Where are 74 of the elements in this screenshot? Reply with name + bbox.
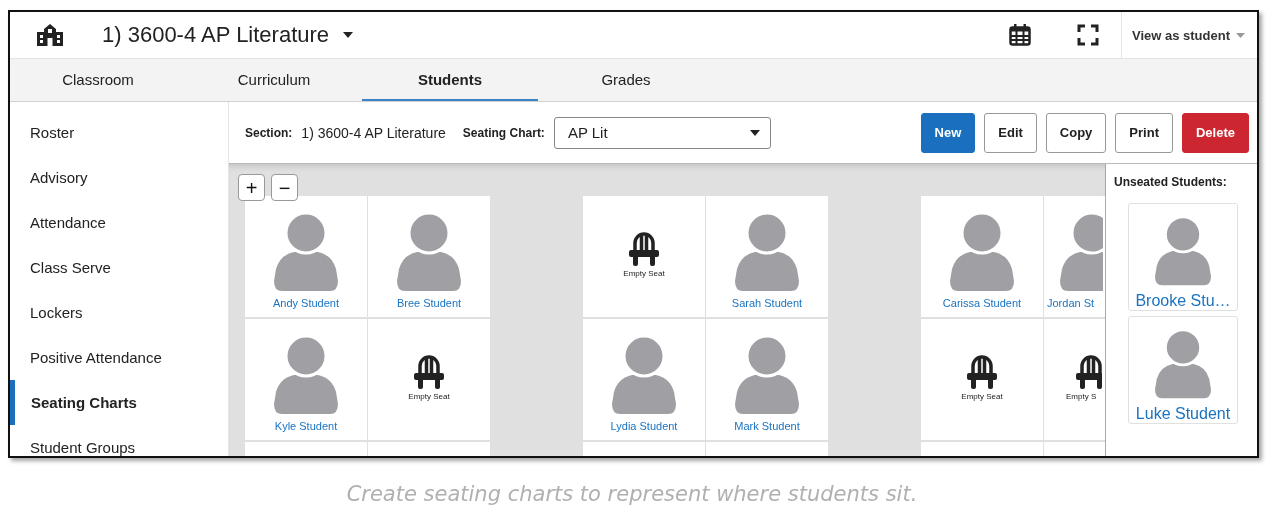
seat-card[interactable]: Sarah Student [706,196,828,317]
seat-card[interactable]: Kyle Student [245,319,367,440]
seat-card[interactable]: Carissa Student [921,196,1043,317]
fullscreen-icon[interactable] [1077,24,1099,46]
caption: Create seating charts to represent where students sit. [345,482,919,506]
caret-icon [1236,32,1245,38]
seat-card[interactable]: Lydia Student [583,319,705,440]
chair-icon [414,355,444,389]
nav-tab[interactable]: Curriculum [186,59,362,101]
person-icon [1060,213,1103,291]
seat-card[interactable]: Empty Seat [583,196,705,317]
student-name[interactable]: Kyle Student [274,420,338,432]
unseated-heading: Unseated Students: [1114,175,1228,189]
person-icon [397,213,461,291]
seat-card[interactable]: Andy Student [245,196,367,317]
student-name[interactable]: Sarah Student [731,297,803,309]
section-label: Section: [245,125,293,140]
person-icon [735,336,799,414]
person-icon [274,336,338,414]
empty-seat-label: Empty Seat [408,392,450,401]
toolbar-button[interactable]: Edit [984,112,1037,153]
nav-tab[interactable]: Classroom [10,59,186,101]
student-name[interactable]: Lydia Student [610,420,678,432]
caret-icon [749,129,760,136]
nav-tab[interactable]: Students [362,59,538,101]
person-icon [1155,216,1211,286]
student-name[interactable]: Brooke Stu… [1135,292,1231,310]
student-name[interactable]: Carissa Student [942,297,1022,309]
person-icon [1155,329,1211,399]
student-name[interactable]: Mark Student [734,420,800,432]
sidebar-item[interactable]: Roster [10,110,228,155]
student-name[interactable]: Luke Student [1135,405,1231,423]
seating-chart-select[interactable]: AP Lit [553,116,771,149]
empty-seat-label: Empty Seat [623,269,665,278]
nav-tab[interactable]: Grades [538,59,714,101]
student-name[interactable]: Bree Student [396,297,462,309]
student-card[interactable]: Brooke Stu… [1128,203,1238,311]
view-as-dropdown[interactable]: View as student [1121,12,1257,58]
school-icon [36,23,64,47]
sidebar-item[interactable]: Advisory [10,155,228,200]
seat-card[interactable]: Mark Student [706,319,828,440]
chair-icon [1076,355,1102,389]
course-title: 1) 3600-4 AP Literature [102,22,330,48]
seating-chart-label: Seating Chart: [462,125,545,140]
toolbar-button[interactable]: Copy [1045,112,1107,153]
student-card[interactable]: Luke Student [1128,316,1238,424]
empty-seat-label: Empty S [1066,392,1097,401]
toolbar-button[interactable]: Print [1115,112,1173,153]
zoom-out-button[interactable]: − [271,174,298,201]
sidebar-item[interactable]: Attendance [10,200,228,245]
sidebar-item[interactable]: Student Groups [10,425,228,456]
chair-icon [629,232,659,266]
seat-card[interactable]: Empty Seat [921,319,1043,440]
zoom-in-button[interactable]: + [238,174,265,201]
caret-icon[interactable] [343,32,354,38]
seat-card[interactable]: Empty Seat [368,319,490,440]
chair-icon [967,355,997,389]
sidebar-item[interactable]: Positive Attendance [10,335,228,380]
delete-button[interactable]: Delete [1181,112,1249,153]
student-name[interactable]: Andy Student [272,297,340,309]
student-name[interactable]: Jordan St [1047,297,1095,309]
seat-card[interactable]: Bree Student [368,196,490,317]
sidebar-item[interactable]: Class Serve [10,245,228,290]
calendar-icon[interactable] [1009,24,1031,46]
sidebar-item[interactable]: Lockers [10,290,228,335]
new-button[interactable]: New [920,112,976,153]
section-value: 1) 3600-4 AP Literature [301,124,446,141]
empty-seat-label: Empty Seat [961,392,1003,401]
seat-card[interactable]: Jordan St [1044,196,1105,317]
seat-card[interactable]: Empty S [1044,319,1105,440]
person-icon [274,213,338,291]
person-icon [950,213,1014,291]
person-icon [735,213,799,291]
person-icon [612,336,676,414]
